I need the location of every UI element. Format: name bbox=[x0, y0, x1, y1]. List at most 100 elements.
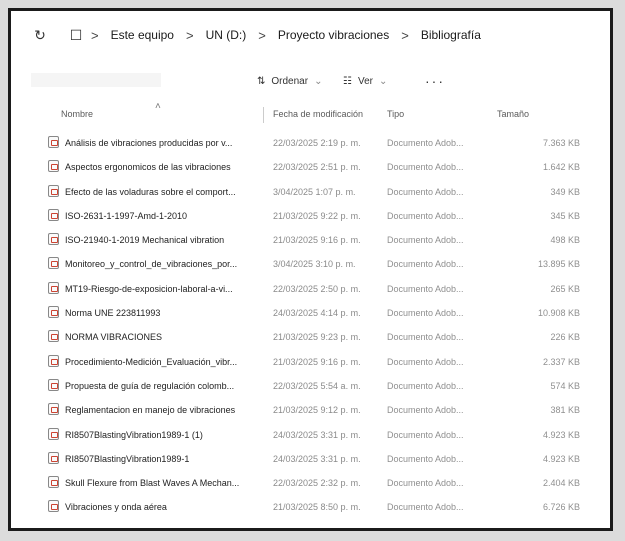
file-type: Documento Adob... bbox=[387, 429, 464, 440]
file-row[interactable]: RI8507BlastingVibration1989-1 (1) 24/03/2… bbox=[11, 423, 610, 447]
file-row[interactable]: ISO-2631-1-1997-Amd-1-2010 21/03/2025 9:2… bbox=[11, 204, 610, 228]
file-row[interactable]: Análisis de vibraciones producidas por v… bbox=[11, 131, 610, 155]
file-name: MT19-Riesgo-de-exposicion-laboral-a-vi..… bbox=[65, 283, 233, 294]
file-date: 21/03/2025 9:16 p. m. bbox=[273, 235, 361, 246]
file-name: RI8507BlastingVibration1989-1 bbox=[65, 453, 190, 464]
column-divider[interactable] bbox=[263, 107, 264, 123]
file-date: 3/04/2025 1:07 p. m. bbox=[273, 186, 356, 197]
file-type: Documento Adob... bbox=[387, 283, 464, 294]
file-name: Procedimiento-Medición_Evaluación_vibr..… bbox=[65, 356, 238, 367]
file-date: 21/03/2025 9:16 p. m. bbox=[273, 356, 361, 367]
file-date: 22/03/2025 2:19 p. m. bbox=[273, 138, 361, 148]
file-row[interactable]: RI8507BlastingVibration1989-1 24/03/2025 … bbox=[11, 447, 610, 471]
file-type: Documento Adob... bbox=[387, 405, 464, 416]
file-size: 2.337 KB bbox=[542, 356, 580, 367]
file-name: Análisis de vibraciones producidas por v… bbox=[65, 138, 233, 148]
file-type: Documento Adob... bbox=[387, 332, 464, 343]
breadcrumb-drive[interactable]: UN (D:) bbox=[206, 28, 247, 42]
file-name: Norma UNE 223811993 bbox=[65, 308, 161, 319]
file-date: 21/03/2025 9:23 p. m. bbox=[273, 332, 361, 343]
file-row[interactable]: NORMA VIBRACIONES 21/03/2025 9:23 p. m. Do… bbox=[11, 325, 610, 349]
pdf-file-icon bbox=[48, 281, 59, 294]
file-row[interactable]: Propuesta de guía de regulación colomb..… bbox=[11, 374, 610, 398]
pdf-file-icon bbox=[48, 184, 59, 197]
file-date: 24/03/2025 3:31 p. m. bbox=[273, 453, 361, 464]
file-size: 345 KB bbox=[550, 210, 580, 221]
view-icon: ☷ bbox=[343, 75, 352, 87]
file-row[interactable]: MT19-Riesgo-de-exposicion-laboral-a-vi..… bbox=[11, 277, 610, 301]
file-row[interactable]: ISO-21940-1-2019 Mechanical vibration 21/… bbox=[11, 228, 610, 252]
file-name: Propuesta de guía de regulación colomb..… bbox=[65, 380, 235, 391]
column-header-type[interactable]: Tipo bbox=[387, 109, 404, 119]
pdf-file-icon bbox=[48, 160, 59, 173]
column-header-date[interactable]: Fecha de modificación bbox=[273, 109, 363, 119]
file-row[interactable]: Norma UNE 223811993 24/03/2025 4:14 p. m.… bbox=[11, 301, 610, 325]
file-type: Documento Adob... bbox=[387, 235, 464, 246]
file-date: 21/03/2025 9:12 p. m. bbox=[273, 405, 361, 416]
file-row[interactable]: Efecto de las voladuras sobre el comport… bbox=[11, 180, 610, 204]
file-name: Reglamentacion en manejo de vibraciones bbox=[65, 405, 236, 416]
file-date: 22/03/2025 2:32 p. m. bbox=[273, 478, 361, 489]
file-row[interactable]: Procedimiento-Medición_Evaluación_vibr..… bbox=[11, 350, 610, 374]
pdf-file-icon bbox=[48, 500, 59, 513]
file-size: 265 KB bbox=[550, 283, 580, 294]
pdf-file-icon bbox=[48, 306, 59, 319]
pdf-file-icon bbox=[48, 427, 59, 440]
file-row[interactable]: Vibraciones y onda aérea 21/03/2025 8:50 … bbox=[11, 495, 610, 519]
file-size: 6.726 KB bbox=[542, 502, 580, 513]
file-size: 7.363 KB bbox=[542, 138, 580, 148]
file-date: 22/03/2025 5:54 a. m. bbox=[273, 380, 361, 391]
file-type: Documento Adob... bbox=[387, 308, 464, 319]
view-button[interactable]: ☷ Ver ⌄ bbox=[343, 76, 387, 87]
breadcrumb-separator: > bbox=[258, 27, 266, 43]
file-size: 498 KB bbox=[550, 235, 580, 246]
file-size: 13.895 KB bbox=[537, 259, 580, 270]
file-size: 574 KB bbox=[550, 380, 580, 391]
file-size: 226 KB bbox=[550, 332, 580, 343]
refresh-icon[interactable]: ↻ bbox=[31, 26, 49, 44]
file-type: Documento Adob... bbox=[387, 186, 464, 197]
breadcrumb-bibliografia[interactable]: Bibliografía bbox=[421, 28, 481, 42]
command-bar: ⇅ Ordenar ⌄ ☷ Ver ⌄ ··· bbox=[11, 59, 610, 103]
file-name: Vibraciones y onda aérea bbox=[65, 502, 167, 513]
file-row[interactable]: Monitoreo_y_control_de_vibraciones_por..… bbox=[11, 252, 610, 276]
file-type: Documento Adob... bbox=[387, 210, 464, 221]
file-name: Aspectos ergonomicos de las vibraciones bbox=[65, 162, 231, 173]
file-size: 1.642 KB bbox=[542, 162, 580, 173]
file-row[interactable]: Aspectos ergonomicos de las vibraciones 2… bbox=[11, 155, 610, 179]
breadcrumb-proyecto[interactable]: Proyecto vibraciones bbox=[278, 28, 389, 42]
file-date: 22/03/2025 2:50 p. m. bbox=[273, 283, 361, 294]
chevron-down-icon: ⌄ bbox=[378, 75, 388, 87]
view-label: Ver bbox=[357, 75, 373, 87]
file-date: 21/03/2025 9:22 p. m. bbox=[273, 210, 361, 221]
pdf-file-icon bbox=[48, 476, 59, 489]
file-type: Documento Adob... bbox=[387, 259, 464, 270]
file-size: 2.404 KB bbox=[542, 478, 580, 489]
file-type: Documento Adob... bbox=[387, 478, 464, 489]
column-header-name[interactable]: Nombre bbox=[61, 109, 93, 119]
column-header-size[interactable]: Tamaño bbox=[497, 109, 529, 119]
breadcrumb-separator: > bbox=[91, 27, 99, 43]
more-options-button[interactable]: ··· bbox=[425, 73, 445, 89]
pdf-file-icon bbox=[48, 330, 59, 343]
file-date: 3/04/2025 3:10 p. m. bbox=[273, 259, 356, 270]
file-size: 4.923 KB bbox=[542, 429, 580, 440]
file-date: 22/03/2025 2:51 p. m. bbox=[273, 162, 361, 173]
file-list: Análisis de vibraciones producidas por v… bbox=[11, 131, 610, 520]
toolbar-faded-area bbox=[31, 73, 161, 87]
address-bar[interactable]: ↻ ☐ > Este equipo > UN (D:) > Proyecto v… bbox=[11, 11, 610, 59]
pdf-file-icon bbox=[48, 354, 59, 367]
sort-caret-icon: ˄ bbox=[155, 101, 161, 112]
column-header-row: Nombre ˄ Fecha de modificación Tipo Tama… bbox=[11, 101, 610, 127]
sort-button[interactable]: ⇅ Ordenar ⌄ bbox=[257, 76, 322, 87]
breadcrumb-separator: > bbox=[185, 27, 194, 43]
file-name: NORMA VIBRACIONES bbox=[65, 332, 163, 343]
file-name: ISO-21940-1-2019 Mechanical vibration bbox=[65, 235, 225, 246]
sort-icon: ⇅ bbox=[257, 75, 266, 87]
breadcrumb-este-equipo[interactable]: Este equipo bbox=[111, 28, 174, 42]
pdf-file-icon bbox=[48, 136, 59, 148]
file-row[interactable]: Reglamentacion en manejo de vibraciones 2… bbox=[11, 398, 610, 422]
file-size: 4.923 KB bbox=[542, 453, 580, 464]
pdf-file-icon bbox=[48, 208, 59, 221]
file-row[interactable]: Skull Flexure from Blast Waves A Mechan.… bbox=[11, 471, 610, 495]
